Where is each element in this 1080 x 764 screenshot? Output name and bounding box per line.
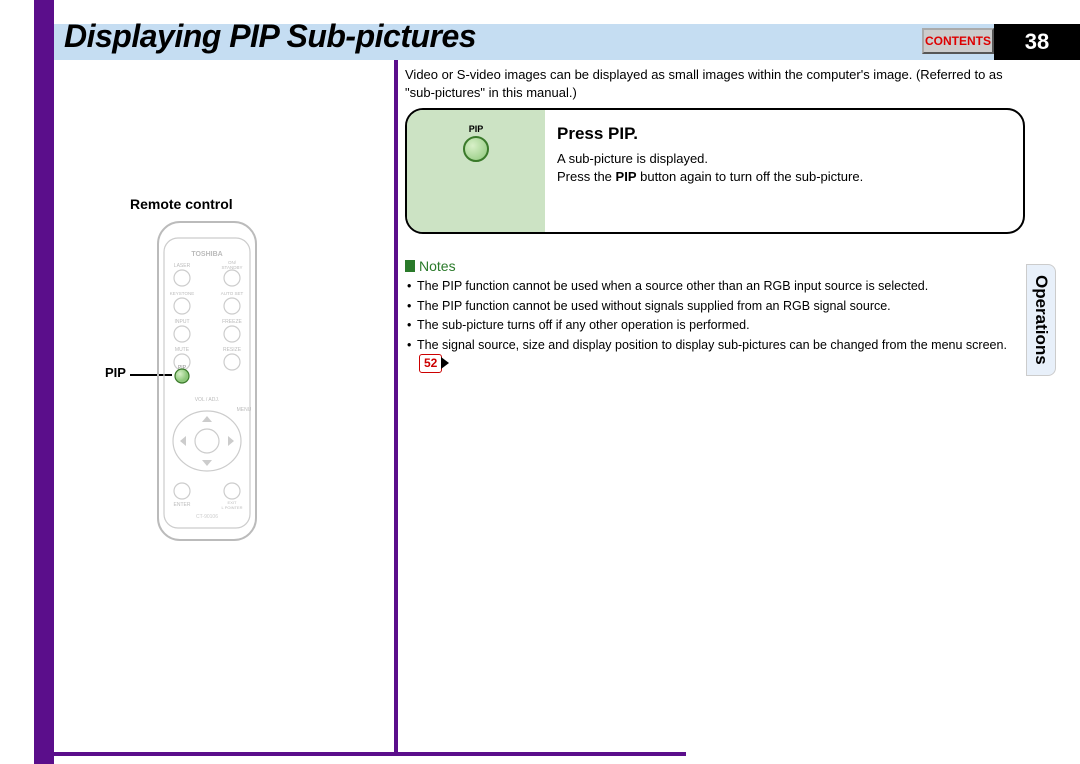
contents-button[interactable]: CONTENTS [922, 28, 994, 54]
svg-text:L POINTER: L POINTER [222, 505, 243, 510]
svg-text:STANDBY: STANDBY [222, 265, 243, 270]
svg-text:CT-90106: CT-90106 [196, 514, 218, 520]
arrow-icon [441, 357, 449, 369]
svg-text:LASER: LASER [174, 263, 191, 269]
notes-list: The PIP function cannot be used when a s… [405, 278, 1025, 373]
remote-control-diagram: TOSHIBA LASER ON/ STANDBY KEYSTONE AUTO … [152, 216, 262, 546]
note-item: The PIP function cannot be used without … [405, 298, 1025, 316]
pip-callout-label: PIP [105, 365, 126, 380]
note-item-text: The signal source, size and display posi… [417, 338, 1007, 352]
remote-label: Remote control [130, 196, 233, 212]
section-tab: Operations [1026, 264, 1056, 376]
svg-text:FREEZE: FREEZE [222, 319, 242, 325]
decorative-bar [394, 60, 398, 756]
decorative-bar [34, 0, 54, 60]
page-title: Displaying PIP Sub-pictures [64, 18, 476, 55]
instruction-line1: A sub-picture is displayed. [557, 150, 1007, 168]
pip-button-icon [463, 136, 489, 162]
svg-text:VOL / ADJ.: VOL / ADJ. [195, 397, 220, 403]
note-item: The sub-picture turns off if any other o… [405, 317, 1025, 335]
svg-text:MUTE: MUTE [175, 347, 190, 353]
book-icon [405, 260, 415, 272]
note-item: The PIP function cannot be used when a s… [405, 278, 1025, 296]
decorative-bar [34, 60, 54, 764]
svg-text:RESIZE: RESIZE [223, 347, 242, 353]
svg-text:AUTO SET: AUTO SET [221, 291, 244, 296]
remote-brand: TOSHIBA [191, 251, 222, 258]
page-number: 38 [994, 24, 1080, 60]
notes-heading: Notes [405, 258, 1025, 274]
intro-paragraph: Video or S-video images can be displayed… [405, 66, 1005, 101]
svg-text:MENU: MENU [237, 407, 252, 413]
instruction-heading: Press PIP. [557, 122, 1007, 146]
pip-button-label: PIP [469, 124, 484, 134]
instruction-line2-bold: PIP [616, 169, 637, 184]
instruction-line2-pre: Press the [557, 169, 616, 184]
instruction-button-visual: PIP [407, 110, 545, 232]
page-ref-link[interactable]: 52 [419, 354, 442, 373]
svg-text:ENTER: ENTER [174, 502, 191, 508]
instruction-line2-post: button again to turn off the sub-picture… [637, 169, 864, 184]
notes-section: Notes The PIP function cannot be used wh… [405, 258, 1025, 375]
notes-heading-text: Notes [419, 258, 456, 274]
note-item: The signal source, size and display posi… [405, 337, 1025, 373]
svg-text:KEYSTONE: KEYSTONE [170, 291, 194, 296]
svg-text:INPUT: INPUT [175, 319, 190, 325]
instruction-text: Press PIP. A sub-picture is displayed. P… [557, 122, 1007, 186]
instruction-panel: PIP Press PIP. A sub-picture is displaye… [405, 108, 1025, 234]
decorative-bar [34, 752, 686, 756]
instruction-line2: Press the PIP button again to turn off t… [557, 168, 1007, 186]
